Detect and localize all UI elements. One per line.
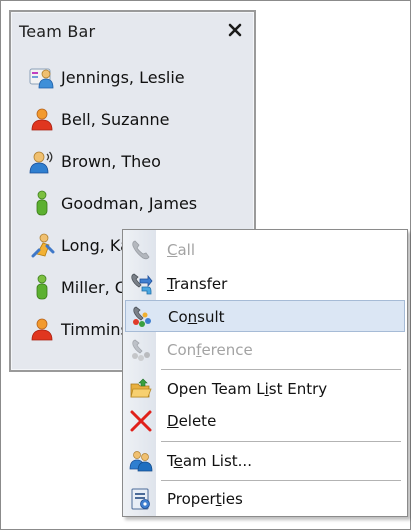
menu-item-label: Properties bbox=[167, 490, 243, 508]
menu-item-open-team-list-entry[interactable]: Open Team List Entry bbox=[125, 373, 405, 405]
menu-separator bbox=[161, 441, 401, 442]
menu-item-conference[interactable]: Conference bbox=[125, 334, 405, 366]
vcard-person-icon bbox=[29, 64, 55, 90]
team-list-icon bbox=[129, 449, 153, 473]
properties-icon bbox=[129, 487, 153, 511]
team-member-bell[interactable]: Bell, Suzanne bbox=[11, 102, 254, 144]
person-available-icon bbox=[29, 274, 55, 300]
menu-item-label: Conference bbox=[167, 341, 253, 359]
person-available-icon bbox=[29, 190, 55, 216]
menu-item-label: Delete bbox=[167, 412, 217, 430]
menu-separator bbox=[161, 369, 401, 370]
team-member-brown[interactable]: Brown, Theo bbox=[11, 144, 254, 186]
delete-icon bbox=[129, 409, 153, 433]
open-folder-icon bbox=[129, 377, 153, 401]
menu-item-label: Call bbox=[167, 241, 196, 259]
transfer-icon bbox=[129, 272, 153, 296]
menu-item-label: Team List... bbox=[167, 452, 252, 470]
team-bar-header: Team Bar bbox=[11, 12, 254, 46]
menu-item-label: Open Team List Entry bbox=[167, 380, 328, 398]
menu-item-label: Transfer bbox=[167, 275, 228, 293]
menu-item-label: Consult bbox=[168, 308, 225, 326]
close-icon[interactable] bbox=[226, 21, 244, 39]
menu-item-consult[interactable]: Consult bbox=[125, 300, 405, 332]
team-bar-title: Team Bar bbox=[19, 22, 96, 41]
context-menu: Call Transfer Consult Conference Open Te… bbox=[122, 229, 408, 517]
menu-item-team-list[interactable]: Team List... bbox=[125, 445, 405, 477]
conference-icon bbox=[129, 338, 153, 362]
team-member-name: Brown, Theo bbox=[61, 152, 161, 171]
team-member-name: Goodman, James bbox=[61, 194, 198, 213]
menu-item-properties[interactable]: Properties bbox=[125, 483, 405, 515]
menu-item-transfer[interactable]: Transfer bbox=[125, 268, 405, 300]
person-on-call-icon bbox=[29, 148, 55, 174]
team-member-jennings[interactable]: Jennings, Leslie bbox=[11, 60, 254, 102]
menu-separator bbox=[161, 480, 401, 481]
menu-item-call[interactable]: Call bbox=[125, 234, 405, 266]
consult-icon bbox=[130, 305, 154, 329]
menu-item-delete[interactable]: Delete bbox=[125, 405, 405, 437]
team-member-name: Bell, Suzanne bbox=[61, 110, 170, 129]
team-member-goodman[interactable]: Goodman, James bbox=[11, 186, 254, 228]
team-member-name: Jennings, Leslie bbox=[61, 68, 185, 87]
person-away-icon bbox=[29, 232, 55, 258]
person-busy-icon bbox=[29, 106, 55, 132]
phone-icon bbox=[129, 238, 153, 262]
person-busy-icon bbox=[29, 316, 55, 342]
